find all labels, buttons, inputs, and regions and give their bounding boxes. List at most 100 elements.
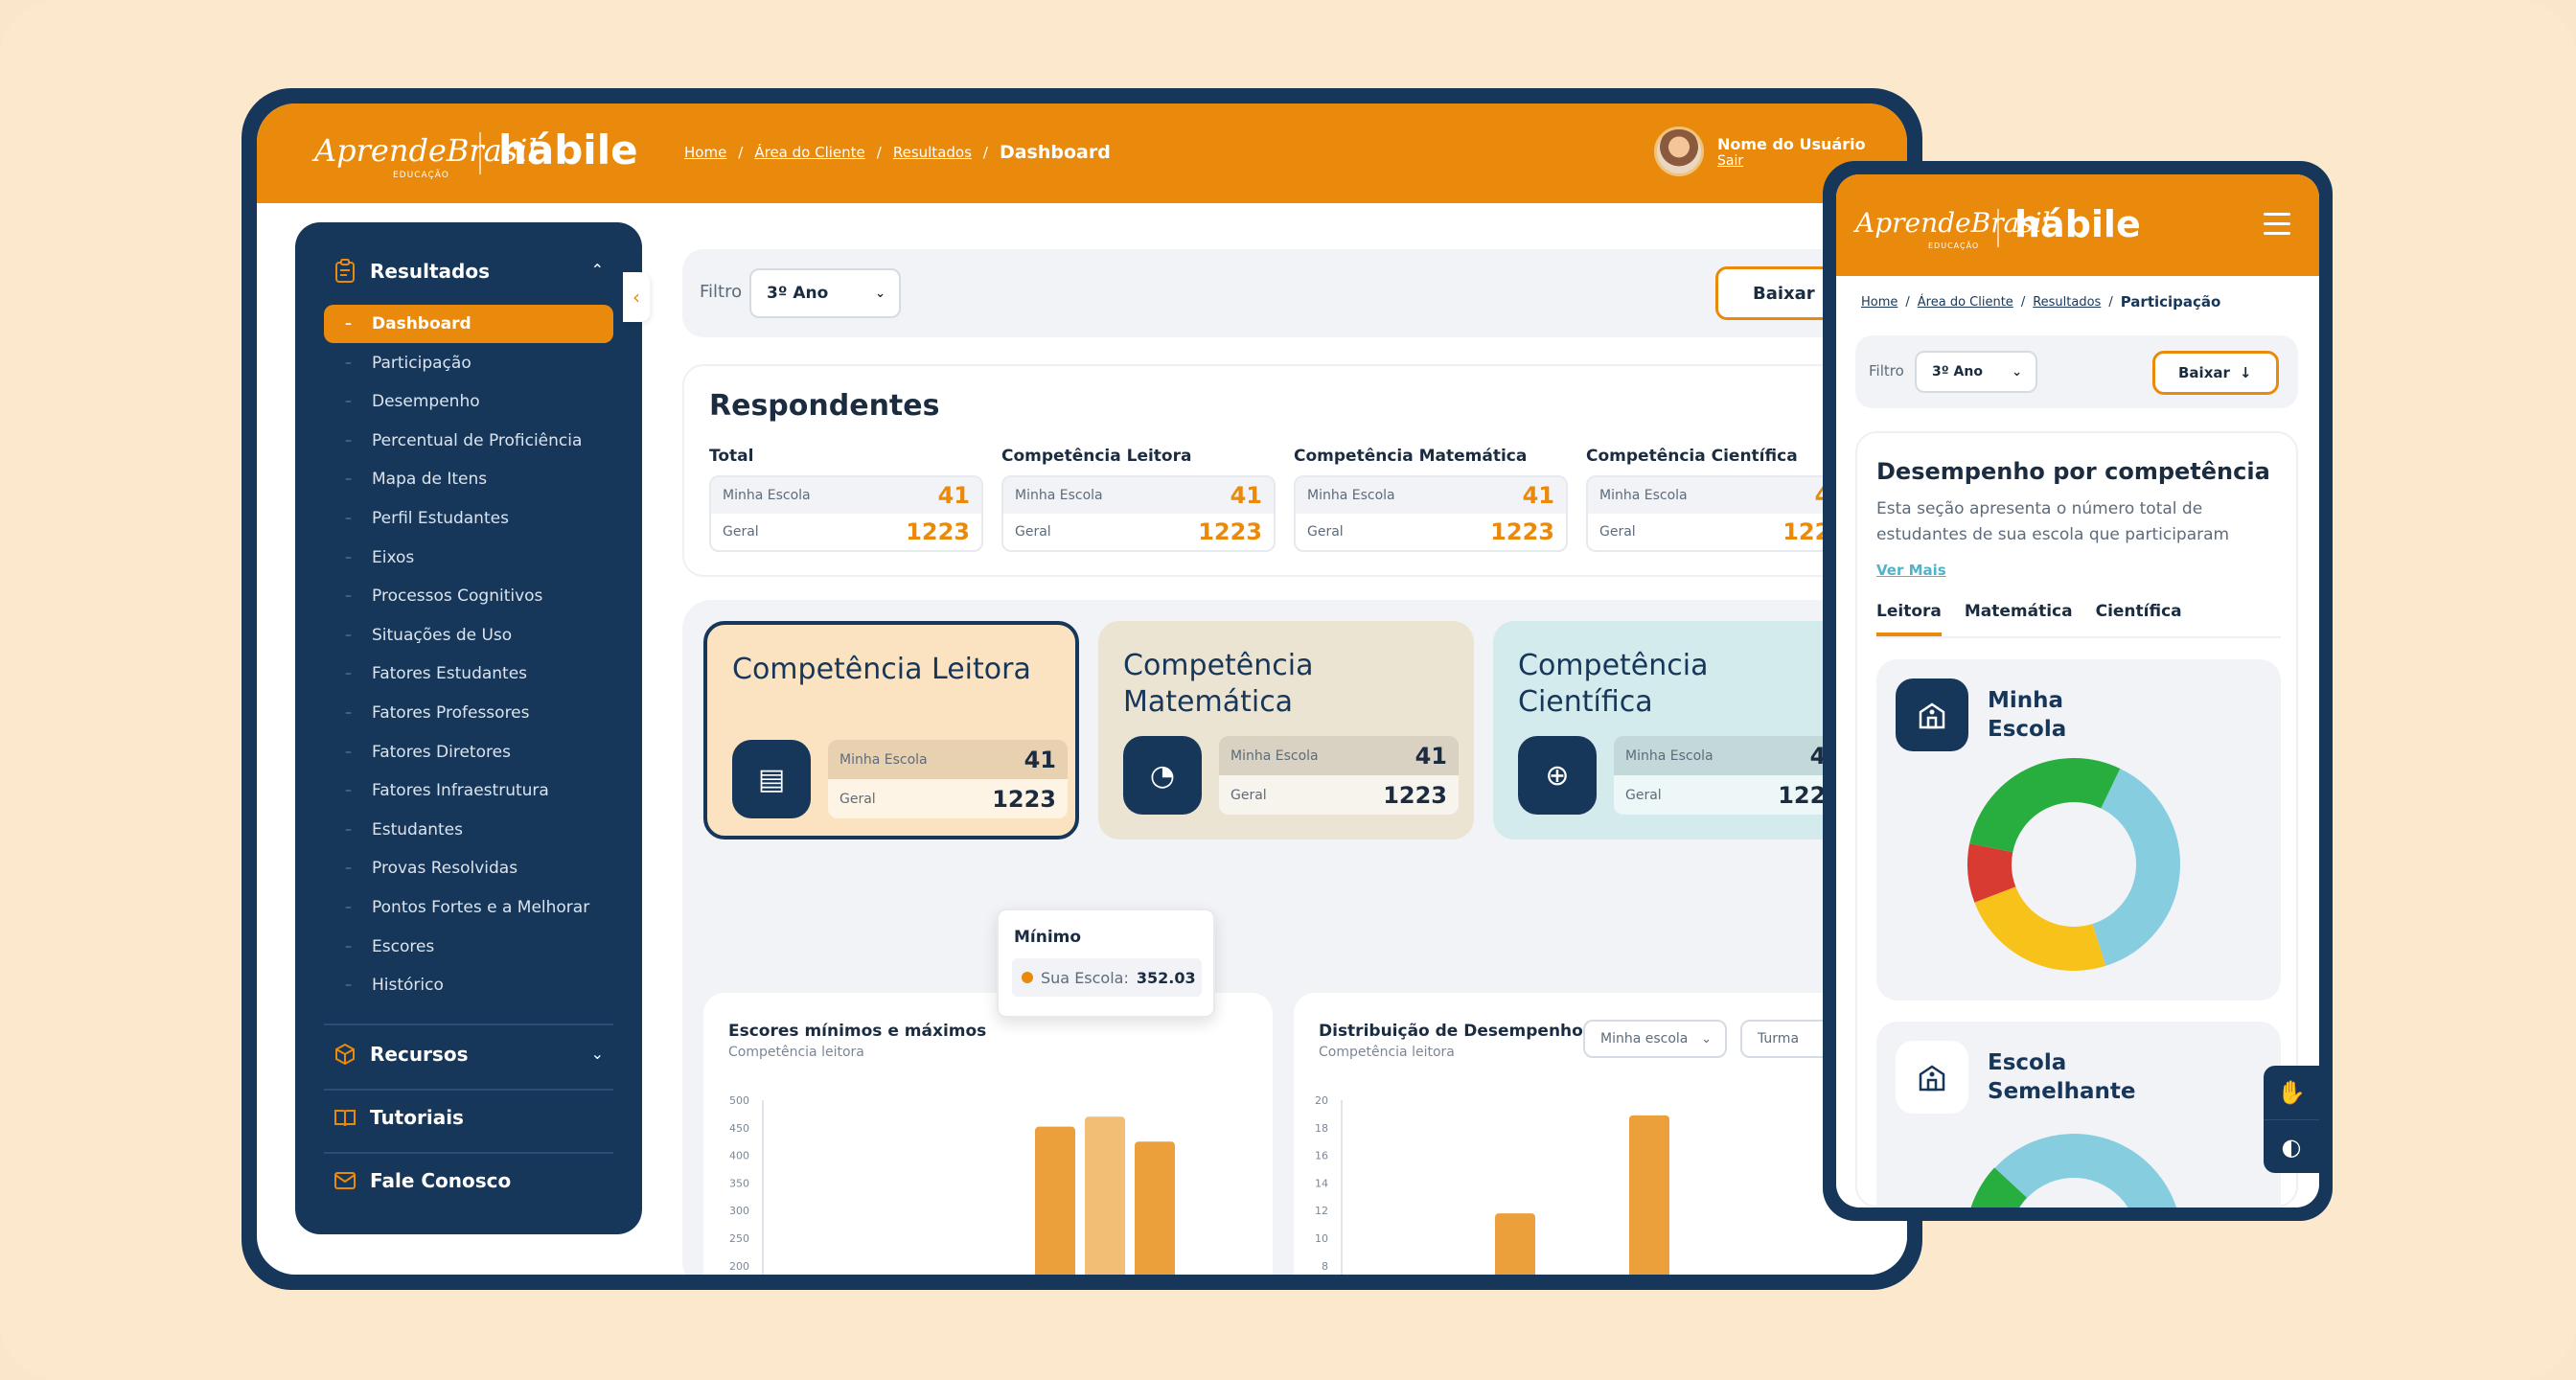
chart-bar[interactable] xyxy=(1085,1116,1125,1275)
stat-value: 41 xyxy=(1522,482,1554,509)
tab-matematica[interactable]: Matemática xyxy=(1965,602,2073,636)
filter-select[interactable]: 3º Ano ⌄ xyxy=(749,268,901,318)
tab-leitora[interactable]: Leitora xyxy=(1876,602,1942,636)
competencia-title: Competência Matemática xyxy=(1123,649,1314,719)
sidebar-item[interactable]: Dashboard xyxy=(324,305,613,343)
card-description: Esta seção apresenta o número total de e… xyxy=(1876,499,2230,544)
breadcrumb-area[interactable]: Área do Cliente xyxy=(754,144,864,161)
stat-box: Minha Escola41Geral1223 xyxy=(1294,475,1568,552)
stat-box: Minha Escola41Geral1223 xyxy=(709,475,983,552)
stat-box: Minha Escola41Geral1223 xyxy=(828,740,1068,818)
hand-icon[interactable]: ✋ xyxy=(2264,1066,2319,1119)
ver-mais-link[interactable]: Ver Mais xyxy=(1876,562,1946,579)
stat-label: Minha Escola xyxy=(1230,748,1319,764)
respondentes-column: Competência Matemática Minha Escola 41 Gera… xyxy=(1294,447,1568,552)
habile-logo[interactable]: hábile xyxy=(498,126,638,173)
contrast-icon[interactable]: ◐ xyxy=(2264,1119,2319,1173)
sidebar-item[interactable]: Pontos Fortes e a Melhorar xyxy=(324,888,613,927)
sidebar-item[interactable]: Participação xyxy=(324,344,613,382)
competencia-card[interactable]: Competência Científica⊕Minha Escola41Ger… xyxy=(1493,621,1869,840)
chart-bar[interactable] xyxy=(1495,1213,1535,1275)
habile-logo[interactable]: hábile xyxy=(2014,203,2141,245)
header: AprendeBrasil EDUCAÇÃO hábile Home / Áre… xyxy=(257,104,1907,203)
chart-bar[interactable] xyxy=(1629,1115,1669,1275)
chart-distribuicao-card: Distribuição de Desempenho Competência l… xyxy=(1294,993,1907,1275)
stat-label: Minha Escola xyxy=(1599,488,1688,503)
breadcrumb-home[interactable]: Home xyxy=(1861,295,1898,310)
respondentes-column: Competência CientíficaMinha Escola41Gera… xyxy=(1586,447,1860,552)
sidebar-section-resultados[interactable]: Resultados xyxy=(334,259,490,284)
chart-bar[interactable] xyxy=(1035,1126,1075,1275)
stat-label: Geral xyxy=(1625,787,1662,803)
breadcrumb-home[interactable]: Home xyxy=(684,144,726,161)
donut-slice[interactable] xyxy=(1969,758,2121,854)
stat-row-escola: Minha Escola41 xyxy=(1614,736,1853,775)
sidebar-item[interactable]: Estudantes xyxy=(324,811,613,849)
sidebar-item[interactable]: Desempenho xyxy=(324,382,613,421)
tab-cientifica[interactable]: Científica xyxy=(2096,602,2182,636)
stat-value: 1223 xyxy=(1198,518,1262,545)
sidebar-item[interactable]: Perfil Estudantes xyxy=(324,499,613,538)
stat-row-escola: Minha Escola41 xyxy=(1003,477,1274,514)
mobile-screen: AprendeBrasil EDUCAÇÃO hábile Home / Áre… xyxy=(1836,174,2319,1208)
stat-label: Geral xyxy=(1015,524,1051,540)
sidebar-section-fale-conosco[interactable]: Fale Conosco xyxy=(334,1169,511,1192)
competencia-card[interactable]: Competência Leitora ▤ Minha Escola 41 Geral 1… xyxy=(703,621,1079,840)
mail-icon xyxy=(334,1172,356,1189)
chart-escores: 050100150200250300350400450500 xyxy=(729,1094,1175,1275)
user-name: Nome do Usuário xyxy=(1717,134,1866,153)
stat-label: Geral xyxy=(1599,524,1636,540)
card-title: Desempenho por competência xyxy=(1876,458,2270,485)
sidebar-item[interactable]: Situações de Uso xyxy=(324,616,613,655)
sidebar-item[interactable]: Escores xyxy=(324,928,613,966)
chart-bar[interactable] xyxy=(1135,1141,1175,1275)
sidebar-item[interactable]: Fatores Estudantes xyxy=(324,655,613,693)
sidebar-item[interactable]: Fatores Professores xyxy=(324,694,613,732)
filter-bar: Filtro 3º Ano ⌄ Baixar ↓ xyxy=(1855,335,2298,408)
aprende-sub: EDUCAÇÃO xyxy=(393,171,449,180)
donut-chart-partial xyxy=(1970,1134,2177,1208)
y-tick-label: 450 xyxy=(729,1122,749,1135)
sidebar-item[interactable]: Processos Cognitivos xyxy=(324,577,613,615)
stat-row-geral: Geral 1223 xyxy=(1296,514,1566,550)
sidebar-item[interactable]: Histórico xyxy=(324,966,613,1004)
donut-slice[interactable] xyxy=(1974,886,2106,971)
sidebar-item[interactable]: Fatores Infraestrutura xyxy=(324,771,613,810)
breadcrumb: Home / Área do Cliente / Resultados / Da… xyxy=(684,142,1111,163)
mobile-device: AprendeBrasil EDUCAÇÃO hábile Home / Áre… xyxy=(1823,161,2333,1221)
chevron-up-icon[interactable]: ⌃ xyxy=(591,261,604,279)
sidebar-item[interactable]: Percentual de Proficiência xyxy=(324,422,613,460)
breadcrumb-area[interactable]: Área do Cliente xyxy=(1918,295,2013,310)
sidebar-section-recursos[interactable]: Recursos xyxy=(334,1043,468,1066)
respondentes-card: Respondentes Total Minha Escola 41 Geral 122… xyxy=(682,364,1907,577)
sidebar-divider xyxy=(324,1152,613,1154)
breadcrumb-sep: / xyxy=(738,144,744,161)
sidebar-item[interactable]: Mapa de Itens xyxy=(324,460,613,498)
sidebar-item[interactable]: Provas Resolvidas xyxy=(324,849,613,887)
sidebar-divider xyxy=(324,1024,613,1025)
filter-select[interactable]: 3º Ano ⌄ xyxy=(1915,351,2037,393)
chart-tooltip: Mínimo Sua Escola: 352.03 xyxy=(997,908,1215,1018)
breadcrumb-resultados[interactable]: Resultados xyxy=(893,144,972,161)
respondentes-title: Respondentes xyxy=(709,389,940,423)
sidebar-collapse-button[interactable]: ‹ xyxy=(623,272,650,322)
donut-slice[interactable] xyxy=(2091,769,2180,966)
donut-slice[interactable] xyxy=(1967,843,2016,903)
stat-box: Minha Escola41Geral1223 xyxy=(1614,736,1853,815)
download-label: Baixar xyxy=(1753,283,1815,304)
avatar[interactable] xyxy=(1654,126,1704,176)
breadcrumb-sep: / xyxy=(982,144,988,161)
competencia-card[interactable]: Competência Matemática ◔ Minha Escola 41 Ger… xyxy=(1098,621,1474,840)
menu-icon[interactable] xyxy=(2264,213,2290,242)
filter-label: Filtro xyxy=(700,282,743,302)
sidebar-section-tutoriais[interactable]: Tutoriais xyxy=(334,1106,464,1129)
chevron-down-icon[interactable]: ⌄ xyxy=(591,1045,604,1063)
sidebar-section-label: Resultados xyxy=(370,260,490,283)
stat-box: Minha Escola41Geral1223 xyxy=(1586,475,1860,552)
sidebar-item[interactable]: Eixos xyxy=(324,539,613,577)
stat-label: Minha Escola xyxy=(840,751,928,768)
breadcrumb-resultados[interactable]: Resultados xyxy=(2033,295,2101,310)
download-button[interactable]: Baixar ↓ xyxy=(2152,351,2279,395)
sidebar-item[interactable]: Fatores Diretores xyxy=(324,733,613,771)
stat-value: 1223 xyxy=(992,785,1056,813)
